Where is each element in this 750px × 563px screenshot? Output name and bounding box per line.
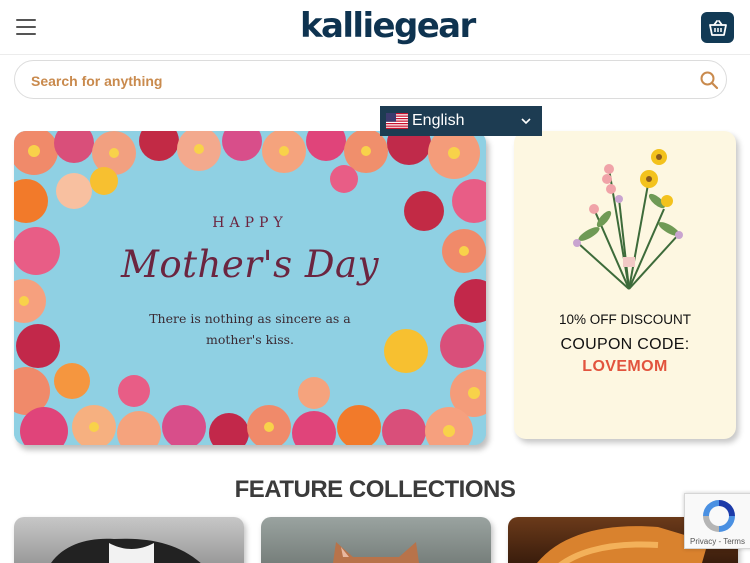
coupon-card[interactable]: 10% OFF DISCOUNT COUPON CODE: LOVEMOM: [514, 131, 736, 439]
language-label: English: [412, 112, 465, 129]
banner-subtitle: There is nothing as sincere as a mother'…: [149, 311, 351, 347]
collection-card-dog[interactable]: [14, 517, 244, 563]
chevron-down-icon: [521, 118, 531, 125]
cart-button[interactable]: [701, 12, 734, 43]
bouquet-illustration: [573, 149, 683, 290]
page: kalliegear English: [0, 0, 750, 563]
banner-title: Mother's Day: [121, 243, 379, 286]
basket-icon: [708, 19, 727, 36]
search-icon[interactable]: [699, 70, 719, 90]
banner-happy-text: HAPPY: [212, 215, 288, 231]
search-input[interactable]: [31, 70, 671, 91]
coupon-discount-text: 10% OFF DISCOUNT: [558, 312, 691, 327]
collection-card-cat[interactable]: [261, 517, 491, 563]
feature-collections-title: FEATURE COLLECTIONS: [234, 476, 516, 503]
language-selector[interactable]: English: [380, 106, 542, 136]
site-logo[interactable]: kalliegear: [300, 6, 476, 46]
search-bar: [14, 60, 727, 99]
us-flag-icon: [386, 113, 408, 129]
recaptcha-badge[interactable]: Privacy - Terms: [684, 493, 750, 549]
hamburger-menu-icon[interactable]: [16, 19, 36, 35]
dog-photo: [51, 538, 201, 563]
mothers-day-banner[interactable]: HAPPY Mother's Day There is nothing as s…: [14, 131, 486, 445]
cat-photo: [333, 542, 419, 563]
coupon-code-label: COUPON CODE:: [560, 336, 690, 353]
flower-frame-image: [14, 131, 486, 445]
recaptcha-links[interactable]: Privacy - Terms: [690, 537, 745, 546]
recaptcha-icon: [703, 500, 735, 532]
site-header: kalliegear: [0, 0, 750, 55]
coupon-code-value: LOVEMOM: [582, 358, 668, 375]
